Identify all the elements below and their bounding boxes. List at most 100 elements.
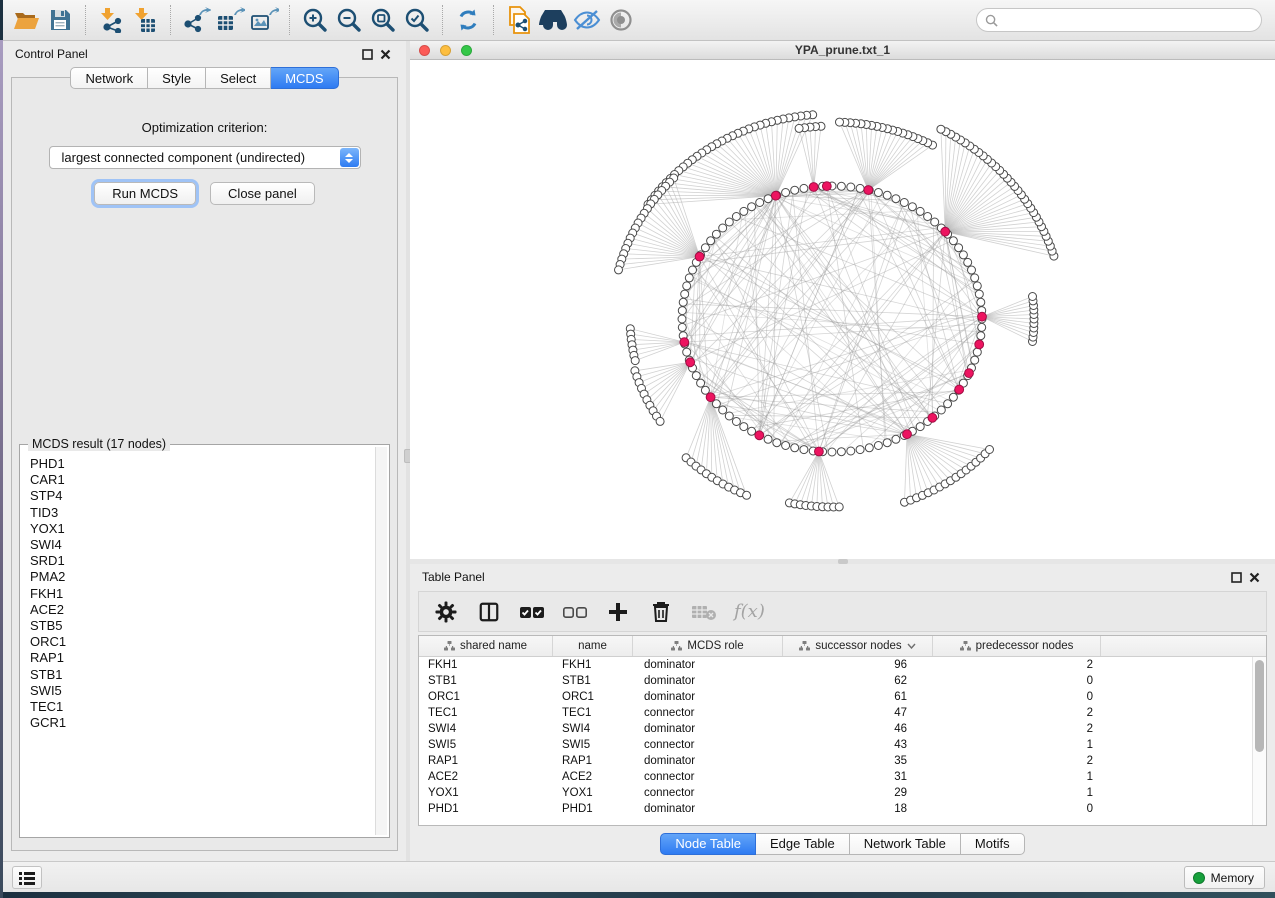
tab-motifs[interactable]: Motifs (961, 833, 1025, 855)
optimization-criterion-select[interactable]: largest connected component (undirected) (49, 146, 361, 169)
mcds-result-item[interactable]: STP4 (30, 488, 373, 504)
mcds-result-item[interactable]: SRD1 (30, 553, 373, 569)
table-cell: RAP1 (553, 755, 633, 767)
mcds-result-list[interactable]: PHD1CAR1STP4TID3YOX1SWI4SRD1PMA2FKH1ACE2… (22, 454, 373, 835)
export-network-icon[interactable] (179, 4, 213, 36)
table-cell: 2 (933, 755, 1101, 767)
zoom-in-icon[interactable] (298, 4, 332, 36)
zoom-selected-icon[interactable] (400, 4, 434, 36)
table-scrollbar[interactable] (1252, 657, 1266, 825)
table-row[interactable]: YOX1YOX1connector291 (419, 785, 1266, 801)
mcds-result-item[interactable]: GCR1 (30, 715, 373, 731)
task-history-button[interactable] (12, 866, 42, 889)
import-table-icon[interactable] (128, 4, 162, 36)
mcds-result-item[interactable]: TEC1 (30, 699, 373, 715)
show-columns-icon[interactable] (476, 599, 502, 625)
save-session-icon[interactable] (43, 4, 77, 36)
delete-column-icon[interactable] (648, 599, 674, 625)
node-table: shared namenameMCDS rolesuccessor nodesp… (418, 635, 1267, 826)
import-network-icon[interactable] (94, 4, 128, 36)
tab-edge-table[interactable]: Edge Table (756, 833, 850, 855)
tab-style[interactable]: Style (148, 67, 206, 89)
memory-status-icon (1193, 872, 1205, 884)
close-panel-icon[interactable] (376, 46, 394, 62)
open-file-icon[interactable] (9, 4, 43, 36)
table-cell: SWI5 (419, 739, 553, 751)
mcds-result-item[interactable]: ACE2 (30, 602, 373, 618)
refresh-icon[interactable] (451, 4, 485, 36)
add-column-icon[interactable] (605, 599, 631, 625)
dropdown-stepper-icon (340, 148, 359, 167)
column-header-MCDS-role[interactable]: MCDS role (633, 636, 783, 656)
close-panel-icon[interactable] (1245, 569, 1263, 585)
table-row[interactable]: TEC1TEC1connector472 (419, 705, 1266, 721)
table-row[interactable]: PHD1PHD1dominator180 (419, 801, 1266, 817)
run-mcds-button[interactable]: Run MCDS (94, 182, 196, 205)
memory-button[interactable]: Memory (1184, 866, 1265, 889)
table-cell: 62 (783, 675, 933, 687)
mcds-result-scrollbar[interactable] (375, 447, 387, 835)
mcds-result-item[interactable]: PMA2 (30, 569, 373, 585)
network-svg (410, 60, 1275, 558)
tab-select[interactable]: Select (206, 67, 271, 89)
horizontal-splitter[interactable] (410, 559, 1275, 564)
show-all-eye-icon[interactable] (604, 4, 638, 36)
table-cell: SWI5 (553, 739, 633, 751)
table-cell: connector (633, 739, 783, 751)
maximize-window-icon[interactable] (461, 45, 472, 56)
table-scrollbar-thumb[interactable] (1255, 660, 1264, 752)
table-row[interactable]: RAP1RAP1dominator352 (419, 753, 1266, 769)
table-cell: 18 (783, 803, 933, 815)
mcds-result-item[interactable]: SWI5 (30, 683, 373, 699)
tab-node-table[interactable]: Node Table (660, 833, 756, 855)
table-row[interactable]: STB1STB1dominator620 (419, 673, 1266, 689)
mcds-result-item[interactable]: YOX1 (30, 521, 373, 537)
close-window-icon[interactable] (419, 45, 430, 56)
column-header-shared-name[interactable]: shared name (419, 636, 553, 656)
control-panel-title: Control Panel (15, 47, 88, 61)
zoom-fit-icon[interactable] (366, 4, 400, 36)
table-cell: RAP1 (419, 755, 553, 767)
deselect-all-icon[interactable] (562, 599, 588, 625)
table-cell: ORC1 (553, 691, 633, 703)
mcds-result-item[interactable]: STB1 (30, 667, 373, 683)
mcds-result-item[interactable]: RAP1 (30, 650, 373, 666)
close-panel-button[interactable]: Close panel (210, 182, 315, 205)
hide-selected-eye-icon[interactable] (570, 4, 604, 36)
table-row[interactable]: ACE2ACE2connector311 (419, 769, 1266, 785)
clone-network-icon[interactable] (502, 4, 536, 36)
mcds-result-item[interactable]: SWI4 (30, 537, 373, 553)
minimize-window-icon[interactable] (440, 45, 451, 56)
table-cell: YOX1 (553, 787, 633, 799)
first-neighbors-icon[interactable] (536, 4, 570, 36)
zoom-out-icon[interactable] (332, 4, 366, 36)
mcds-result-item[interactable]: ORC1 (30, 634, 373, 650)
column-header-name[interactable]: name (553, 636, 633, 656)
table-row[interactable]: FKH1FKH1dominator962 (419, 657, 1266, 673)
tab-mcds[interactable]: MCDS (271, 67, 338, 89)
column-header-successor-nodes[interactable]: successor nodes (783, 636, 933, 656)
search-input[interactable] (1002, 11, 1261, 29)
mcds-result-item[interactable]: STB5 (30, 618, 373, 634)
mcds-result-item[interactable]: CAR1 (30, 472, 373, 488)
horizontal-splitter-handle[interactable] (838, 559, 848, 564)
table-row[interactable]: SWI4SWI4dominator462 (419, 721, 1266, 737)
mcds-result-item[interactable]: TID3 (30, 505, 373, 521)
table-row[interactable]: SWI5SWI5connector431 (419, 737, 1266, 753)
export-image-icon[interactable] (247, 4, 281, 36)
export-table-icon[interactable] (213, 4, 247, 36)
mcds-result-item[interactable]: FKH1 (30, 586, 373, 602)
search-icon (985, 14, 998, 27)
tab-network-table[interactable]: Network Table (850, 833, 961, 855)
tab-network[interactable]: Network (70, 67, 148, 89)
table-row[interactable]: ORC1ORC1dominator610 (419, 689, 1266, 705)
float-panel-icon[interactable] (1227, 569, 1245, 585)
float-panel-icon[interactable] (358, 46, 376, 62)
search-box[interactable] (976, 8, 1262, 32)
settings-gear-icon[interactable] (433, 599, 459, 625)
network-canvas[interactable] (410, 60, 1275, 559)
column-header-predecessor-nodes[interactable]: predecessor nodes (933, 636, 1101, 656)
select-all-icon[interactable] (519, 599, 545, 625)
mcds-result-item[interactable]: PHD1 (30, 456, 373, 472)
network-window: YPA_prune.txt_1 (410, 41, 1275, 559)
